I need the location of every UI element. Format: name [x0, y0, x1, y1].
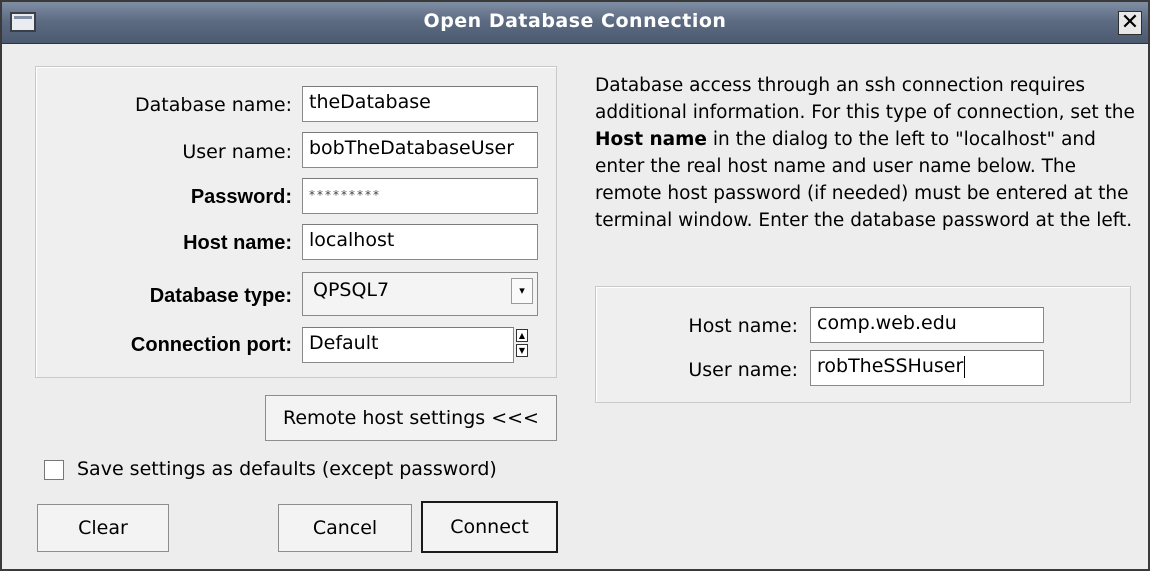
database-name-label: Database name: [135, 94, 292, 116]
connection-port-stepper[interactable]: ▲ ▼ [516, 329, 530, 359]
connect-button[interactable]: Connect [421, 501, 558, 553]
window-title: Open Database Connection [423, 10, 727, 32]
database-type-label: Database type: [149, 285, 292, 307]
title-bar[interactable]: Open Database Connection ✕ [2, 2, 1148, 44]
connection-port-label: Connection port: [130, 334, 292, 356]
clear-button[interactable]: Clear [37, 504, 169, 552]
ssh-host-name-field[interactable]: comp.web.edu [810, 307, 1044, 343]
text-cursor [964, 355, 966, 378]
password-label: Password: [190, 186, 292, 208]
user-name-field[interactable]: bobTheDatabaseUser [302, 132, 538, 168]
save-defaults-checkbox[interactable] [44, 460, 64, 480]
ssh-host-name-label: Host name: [688, 315, 798, 337]
save-defaults-label: Save settings as defaults (except passwo… [77, 458, 497, 480]
spin-down-icon[interactable]: ▼ [516, 344, 528, 357]
chevron-down-icon[interactable]: ▾ [511, 278, 533, 304]
cancel-button[interactable]: Cancel [278, 504, 412, 552]
remote-host-settings-button[interactable]: Remote host settings <<< [265, 395, 557, 441]
ssh-user-name-value: robTheSSHuser [817, 355, 964, 377]
host-name-label: Host name: [183, 232, 292, 254]
user-name-label: User name: [182, 141, 292, 163]
ssh-info-text-before: Database access through an ssh connectio… [595, 75, 1135, 123]
spin-up-icon[interactable]: ▲ [516, 329, 528, 342]
password-field[interactable]: ********* [302, 178, 538, 214]
connection-port-field[interactable]: Default [302, 327, 514, 363]
database-name-field[interactable]: theDatabase [302, 86, 538, 122]
ssh-info-text: Database access through an ssh connectio… [595, 72, 1135, 234]
close-icon[interactable]: ✕ [1118, 11, 1142, 35]
host-name-field[interactable]: localhost [302, 224, 538, 260]
open-database-connection-dialog: Open Database Connection ✕ Database name… [0, 0, 1150, 571]
database-type-select[interactable]: QPSQL7 ▾ [302, 272, 538, 316]
ssh-info-host-name-bold: Host name [595, 129, 707, 150]
ssh-user-name-field[interactable]: robTheSSHuser [810, 350, 1044, 386]
database-type-value: QPSQL7 [313, 279, 390, 301]
ssh-user-name-label: User name: [688, 359, 798, 381]
